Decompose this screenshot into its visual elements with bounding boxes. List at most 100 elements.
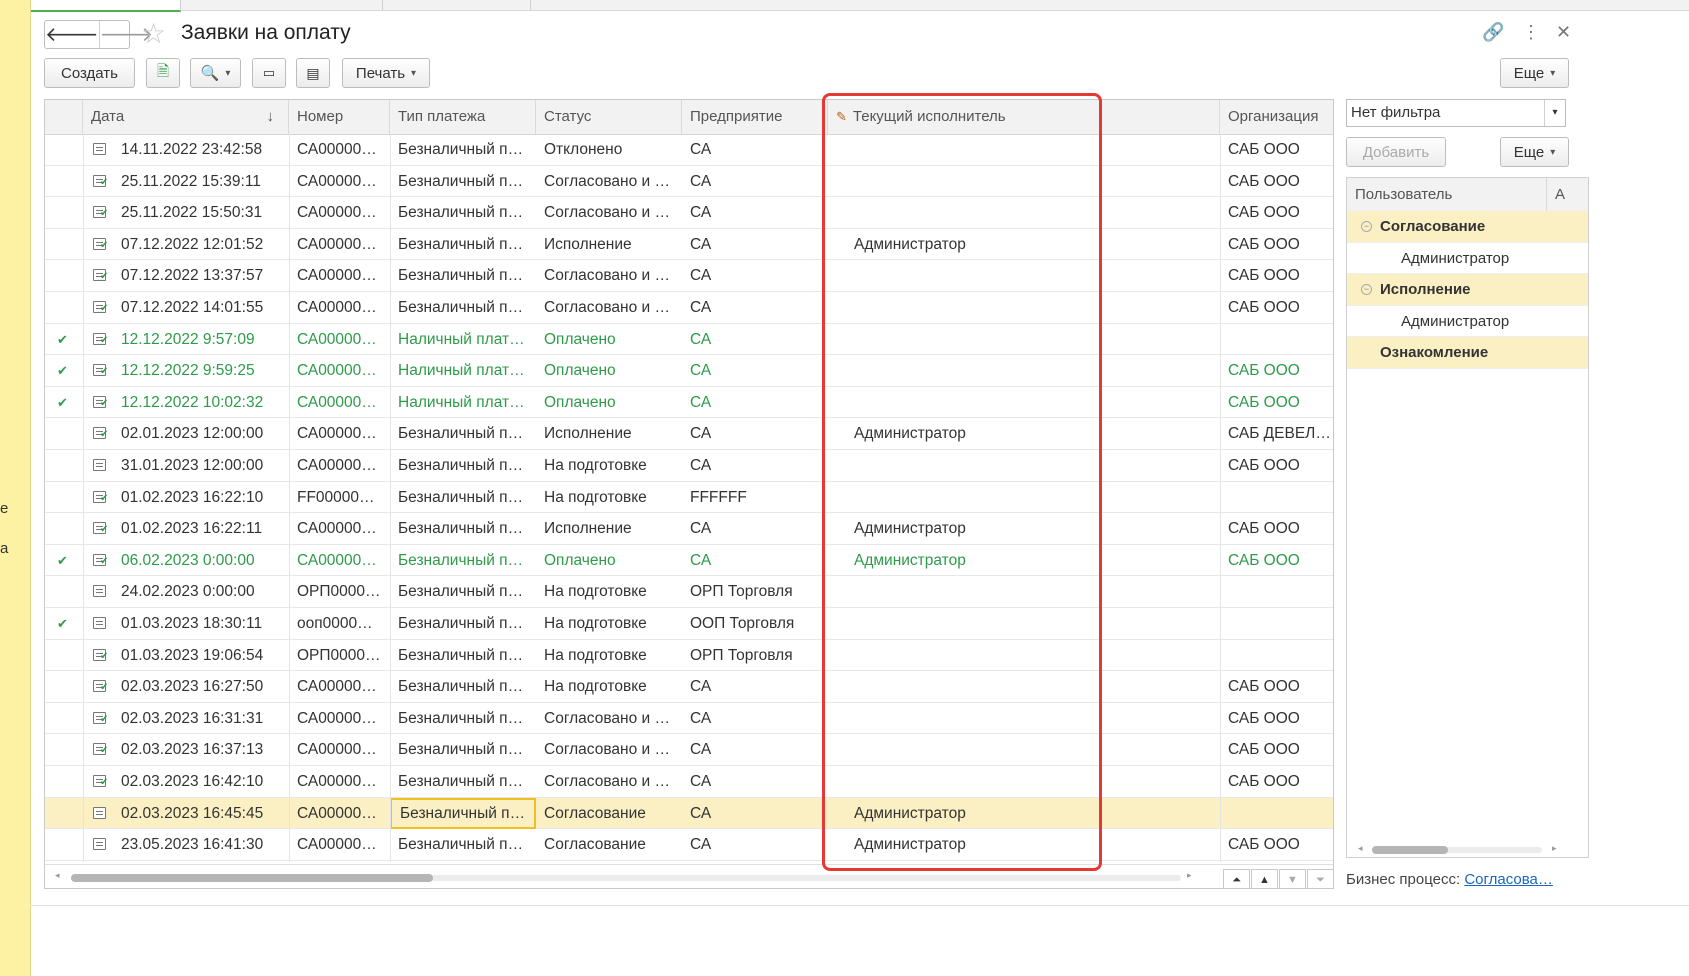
- cell-status[interactable]: Оплачено: [536, 545, 682, 576]
- cell-status[interactable]: На подготовке: [536, 640, 682, 671]
- cell-payment-type[interactable]: Наличный плат…: [390, 324, 536, 355]
- cell-payment-type[interactable]: Безналичный п…: [390, 260, 536, 291]
- cell-date[interactable]: 23.05.2023 16:41:30: [113, 829, 289, 860]
- cell-payment-type[interactable]: Безналичный п…: [390, 418, 536, 449]
- cell-payment-type[interactable]: Безналичный п…: [390, 608, 536, 639]
- cell-organization[interactable]: САБ ООО: [1220, 229, 1333, 260]
- table-row[interactable]: 02.01.2023 12:00:00СА00000…Безналичный п…: [45, 418, 1333, 450]
- table-row[interactable]: 07.12.2022 12:01:52СА00000…Безналичный п…: [45, 229, 1333, 261]
- cell-organization[interactable]: САБ ООО: [1220, 703, 1333, 734]
- close-icon[interactable]: ✕: [1556, 22, 1571, 43]
- cell-date[interactable]: 24.02.2023 0:00:00: [113, 576, 289, 607]
- favorite-star-icon[interactable]: ☆: [141, 19, 166, 49]
- column-header-payment-type[interactable]: Тип платежа: [390, 100, 536, 134]
- cell-date[interactable]: 25.11.2022 15:50:31: [113, 197, 289, 228]
- cell-number[interactable]: СА00000…: [289, 324, 390, 355]
- cell-payment-type[interactable]: Безналичный п…: [390, 197, 536, 228]
- cell-payment-type[interactable]: Безналичный п…: [390, 229, 536, 260]
- cell-payment-type[interactable]: Наличный плат…: [390, 387, 536, 418]
- cell-number[interactable]: СА00000…: [289, 229, 390, 260]
- copy-document-button[interactable]: 🗎: [146, 58, 180, 88]
- column-header-number[interactable]: Номер: [289, 100, 390, 134]
- table-row[interactable]: ✔ 06.02.2023 0:00:00СА00000…Безналичный п…: [45, 545, 1333, 577]
- table-row[interactable]: 01.02.2023 16:22:10FF00000…Безналичный п…: [45, 482, 1333, 514]
- cell-payment-type[interactable]: Безналичный п…: [390, 166, 536, 197]
- cell-number[interactable]: СА00000…: [289, 387, 390, 418]
- cell-status[interactable]: Оплачено: [536, 387, 682, 418]
- cell-date[interactable]: 02.01.2023 12:00:00: [113, 418, 289, 449]
- cell-number[interactable]: СА00000…: [289, 134, 390, 165]
- column-header-company[interactable]: Предприятие: [682, 100, 828, 134]
- cell-status[interactable]: Согласовано и …: [536, 734, 682, 765]
- cell-company[interactable]: СА: [682, 671, 828, 702]
- scroll-left-icon[interactable]: ◂: [1358, 843, 1363, 854]
- search-button[interactable]: 🔍 ▾: [190, 58, 241, 88]
- cell-organization[interactable]: САБ ООО: [1220, 355, 1333, 386]
- cell-number[interactable]: ОРП0000…: [289, 640, 390, 671]
- cell-status[interactable]: Исполнение: [536, 513, 682, 544]
- cell-status[interactable]: Согласование: [536, 798, 682, 829]
- cell-organization[interactable]: САБ ООО: [1220, 734, 1333, 765]
- cell-status[interactable]: Исполнение: [536, 229, 682, 260]
- scroll-thumb[interactable]: [1372, 846, 1448, 854]
- cell-number[interactable]: СА00000…: [289, 418, 390, 449]
- cell-company[interactable]: СА: [682, 260, 828, 291]
- cell-date[interactable]: 02.03.2023 16:42:10: [113, 766, 289, 797]
- cell-payment-type[interactable]: Безналичный п…: [390, 703, 536, 734]
- more-actions-icon[interactable]: ⋮: [1522, 22, 1540, 43]
- table-row[interactable]: 24.02.2023 0:00:00 ОРП0000… Безналичный п……: [45, 576, 1333, 608]
- cell-organization[interactable]: САБ ООО: [1220, 671, 1333, 702]
- cell-date[interactable]: 01.02.2023 16:22:11: [113, 513, 289, 544]
- filter-select[interactable]: Нет фильтра ▾: [1346, 99, 1566, 127]
- cell-number[interactable]: СА00000…: [289, 355, 390, 386]
- page-down-button[interactable]: ▼: [1279, 869, 1306, 888]
- cell-date[interactable]: 07.12.2022 12:01:52: [113, 229, 289, 260]
- table-row[interactable]: 02.03.2023 16:45:45 СА00000… Безналичный п…: [45, 797, 1333, 830]
- cell-organization[interactable]: САБ ООО: [1220, 292, 1333, 323]
- cell-company[interactable]: СА: [682, 798, 828, 829]
- cell-organization[interactable]: САБ ООО: [1220, 387, 1333, 418]
- cell-organization[interactable]: САБ ООО: [1220, 450, 1333, 481]
- tab-3[interactable]: [382, 0, 531, 10]
- cell-number[interactable]: СА00000…: [289, 513, 390, 544]
- cell-company[interactable]: СА: [682, 545, 828, 576]
- cell-status[interactable]: На подготовке: [536, 450, 682, 481]
- cell-date[interactable]: 02.03.2023 16:37:13: [113, 734, 289, 765]
- tree-group-row[interactable]: − Согласование: [1347, 211, 1588, 243]
- table-row[interactable]: 25.11.2022 15:50:31СА00000…Безналичный п…: [45, 197, 1333, 229]
- cell-organization[interactable]: САБ ООО: [1220, 260, 1333, 291]
- cell-company[interactable]: ООП Торговля: [682, 608, 828, 639]
- link-icon[interactable]: 🔗: [1482, 22, 1504, 43]
- table-row[interactable]: 01.02.2023 16:22:11СА00000…Безналичный п…: [45, 513, 1333, 545]
- table-row[interactable]: ✔ 01.03.2023 18:30:11 ооп0000… Безналичный …: [45, 608, 1333, 640]
- table-row[interactable]: 02.03.2023 16:37:13СА00000…Безналичный п…: [45, 734, 1333, 766]
- table-row[interactable]: 02.03.2023 16:42:10СА00000…Безналичный п…: [45, 766, 1333, 798]
- cell-date[interactable]: 01.03.2023 19:06:54: [113, 640, 289, 671]
- cell-number[interactable]: СА00000…: [289, 166, 390, 197]
- cell-number[interactable]: СА00000…: [289, 260, 390, 291]
- cell-payment-type[interactable]: Безналичный п…: [390, 576, 536, 607]
- table-row[interactable]: ✔ 12.12.2022 10:02:32СА00000…Наличный пла…: [45, 387, 1333, 419]
- cell-payment-type[interactable]: Наличный плат…: [390, 355, 536, 386]
- table-row[interactable]: 07.12.2022 13:37:57СА00000…Безналичный п…: [45, 260, 1333, 292]
- cell-number[interactable]: СА00000…: [289, 197, 390, 228]
- cell-company[interactable]: СА: [682, 197, 828, 228]
- cell-organization[interactable]: [1220, 798, 1333, 829]
- cell-date[interactable]: 12.12.2022 9:57:09: [113, 324, 289, 355]
- cell-status[interactable]: На подготовке: [536, 608, 682, 639]
- cell-company[interactable]: СА: [682, 734, 828, 765]
- scroll-thumb[interactable]: [71, 874, 433, 882]
- scroll-right-icon[interactable]: ▸: [1552, 843, 1557, 854]
- cell-status[interactable]: Исполнение: [536, 418, 682, 449]
- table-row[interactable]: ✔ 12.12.2022 9:59:25СА00000…Наличный плат…: [45, 355, 1333, 387]
- cell-status[interactable]: Согласовано и …: [536, 260, 682, 291]
- tab-active[interactable]: [22, 0, 181, 12]
- cell-number[interactable]: СА00000…: [289, 671, 390, 702]
- chevron-down-icon[interactable]: ▾: [1544, 100, 1565, 126]
- print-button[interactable]: Печать ▾: [342, 58, 430, 88]
- cell-organization[interactable]: САБ ООО: [1220, 197, 1333, 228]
- cell-status[interactable]: Согласование: [536, 829, 682, 860]
- cell-company[interactable]: ОРП Торговля: [682, 576, 828, 607]
- tape-button[interactable]: ▭: [252, 58, 286, 88]
- cell-company[interactable]: СА: [682, 166, 828, 197]
